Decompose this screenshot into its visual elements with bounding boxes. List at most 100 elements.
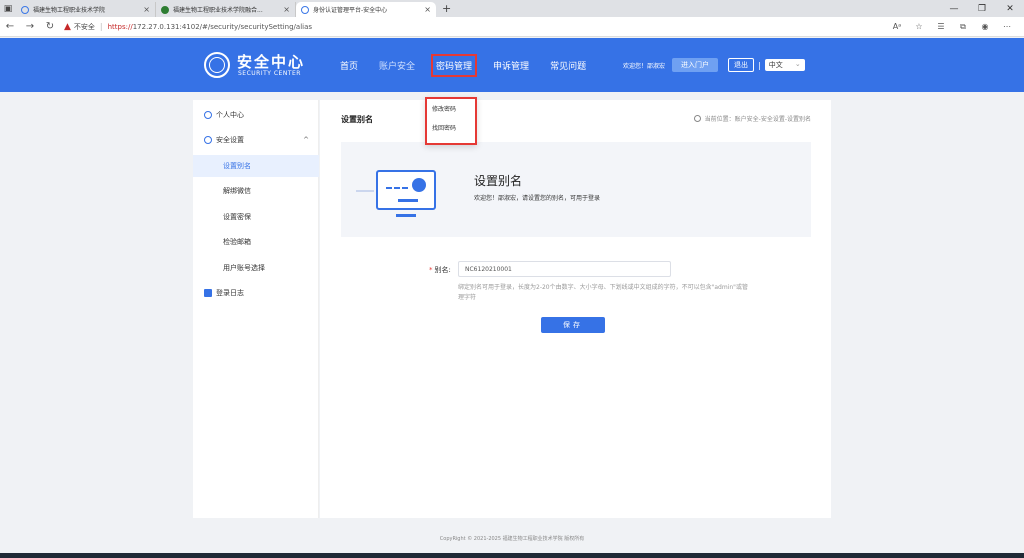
minimize-icon[interactable]: — — [940, 4, 968, 14]
tab-close-icon[interactable]: × — [143, 5, 150, 14]
sidebar-item-verify-email[interactable]: 检验邮箱 — [193, 231, 319, 253]
school-logo-icon — [204, 52, 230, 78]
chevron-down-icon: ⌄ — [794, 60, 801, 68]
browser-tab-1[interactable]: 福建生物工程职业技术学院 × — [16, 2, 156, 17]
menu-password-management[interactable]: 密码管理 — [431, 54, 478, 77]
insecure-label: 不安全 — [73, 22, 95, 31]
sidebar-item-set-alias[interactable]: 设置别名 — [193, 155, 319, 177]
welcome-text: 欢迎您！邵淑宏 — [623, 62, 666, 70]
feather-icon — [412, 178, 426, 192]
divider: | — [99, 22, 103, 31]
extensions-icon[interactable]: ⧉ — [952, 22, 974, 32]
back-icon[interactable]: ← — [0, 21, 20, 32]
dropdown-item-recover-password[interactable]: 找回密码 — [427, 118, 475, 137]
profile-icon[interactable]: ◉ — [974, 22, 996, 32]
more-icon[interactable]: ⋯ — [996, 22, 1018, 32]
banner-description: 欢迎您！邵淑宏，请设置您的别名，可用于登录 — [474, 195, 601, 202]
language-select[interactable]: 中文 ⌄ — [764, 59, 805, 71]
tab-favicon-icon — [21, 5, 29, 14]
tab-favicon-icon — [161, 5, 169, 14]
browser-tab-bar: ▣ 福建生物工程职业技术学院 × 福建生物工程职业技术学院融合... × 身份认… — [0, 0, 1024, 17]
sidebar-item-security-question[interactable]: 设置密保 — [193, 206, 319, 228]
brand-title: 安全中心 — [237, 53, 306, 71]
tab-close-icon[interactable]: × — [424, 5, 431, 14]
reload-icon[interactable]: ↻ — [40, 21, 60, 32]
tab-title: 福建生物工程职业技术学院 — [33, 7, 106, 14]
tab-favicon-icon — [301, 5, 309, 14]
user-icon — [204, 111, 212, 119]
logout-button[interactable]: 退出 — [728, 58, 755, 72]
monitor-illustration-icon — [376, 170, 436, 210]
alias-label: * 别名: — [429, 265, 451, 275]
sidebar-item-login-log[interactable]: 登录日志 — [193, 282, 319, 304]
sidebar-item-label: 检验邮箱 — [223, 238, 251, 246]
address-bar: ← → ↻ ▲ 不安全 | https://172.27.0.131:4102/… — [0, 17, 1024, 37]
sidebar-item-label: 用户账号选择 — [223, 264, 265, 272]
url-scheme: https:// — [107, 22, 133, 31]
menu-account-security[interactable]: 账户安全 — [379, 59, 415, 72]
divider: | — [758, 60, 761, 70]
url-path: 172.27.0.131:4102/#/security/securitySet… — [132, 22, 313, 31]
sidebar-item-label: 个人中心 — [216, 111, 244, 119]
sidebar-item-personal-center[interactable]: 个人中心 — [193, 104, 319, 126]
sidebar-item-security-settings[interactable]: 安全设置 ^ — [193, 129, 319, 151]
enter-portal-button[interactable]: 进入门户 — [672, 58, 719, 72]
decoration — [398, 199, 418, 202]
main-menu: 首页 账户安全 密码管理 申诉管理 常见问题 — [340, 54, 607, 77]
dropdown-item-change-password[interactable]: 修改密码 — [427, 99, 475, 118]
sidebar-item-label: 解绑微信 — [223, 187, 251, 195]
menu-appeal-management[interactable]: 申诉管理 — [493, 59, 529, 72]
brand-subtitle: SECURITY CENTER — [238, 70, 301, 77]
collections-icon[interactable]: ☰ — [930, 22, 952, 32]
sidebar-item-account-selection[interactable]: 用户账号选择 — [193, 257, 319, 279]
sidebar-item-label: 安全设置 — [216, 136, 244, 144]
close-window-icon[interactable]: ✕ — [996, 4, 1024, 14]
alias-label-text: 别名: — [434, 266, 451, 274]
password-management-dropdown: 修改密码 找回密码 — [425, 97, 477, 145]
decoration — [386, 187, 408, 190]
forward-icon[interactable]: → — [20, 21, 40, 32]
window-controls: — ❐ ✕ — [940, 4, 1024, 14]
required-mark: * — [429, 266, 433, 274]
header-user-area: 欢迎您！邵淑宏 进入门户 退出 | 中文 ⌄ — [623, 58, 805, 72]
footer-copyright: CopyRight © 2021-2025 福建生物工程职业技术学院 版权所有 — [439, 536, 585, 542]
alias-hint: 绑定别名可用于登录，长度为2-20个由数字、大小字母、下划线或中文组成的字符，不… — [458, 284, 748, 301]
sidebar: 个人中心 安全设置 ^ 设置别名 解绑微信 设置密保 检验邮箱 用户账号选择 登… — [193, 100, 319, 518]
language-value: 中文 — [768, 61, 783, 69]
os-taskbar — [0, 553, 1024, 558]
banner-title: 设置别名 — [474, 174, 523, 188]
menu-faq[interactable]: 常见问题 — [550, 59, 586, 72]
shield-icon — [204, 136, 212, 144]
window-menu-icon[interactable]: ▣ — [0, 0, 16, 17]
sidebar-item-label: 设置密保 — [223, 213, 251, 221]
breadcrumb: 当前位置：账户安全-安全设置-设置别名 — [693, 114, 811, 123]
tab-close-icon[interactable]: × — [283, 5, 290, 14]
intro-banner: 设置别名 欢迎您！邵淑宏，请设置您的别名，可用于登录 — [341, 142, 811, 237]
sidebar-item-label: 登录日志 — [216, 289, 244, 297]
browser-tab-3[interactable]: 身份认证管理平台-安全中心 × — [296, 2, 436, 17]
sidebar-item-label: 设置别名 — [223, 162, 251, 170]
save-button[interactable]: 保存 — [541, 317, 605, 333]
document-icon — [204, 289, 212, 297]
new-tab-icon[interactable]: + — [442, 2, 451, 15]
tab-title: 身份认证管理平台-安全中心 — [313, 7, 388, 14]
tab-title: 福建生物工程职业技术学院融合... — [173, 7, 263, 14]
decoration — [396, 214, 416, 217]
main-content: 设置别名 当前位置：账户安全-安全设置-设置别名 设置别名 欢迎您！邵淑宏，请设… — [320, 100, 831, 518]
decoration — [356, 190, 374, 192]
chevron-up-icon: ^ — [303, 136, 309, 144]
app-header: 安全中心 SECURITY CENTER 首页 账户安全 密码管理 申诉管理 常… — [0, 38, 1024, 92]
breadcrumb-text: 当前位置：账户安全-安全设置-设置别名 — [704, 116, 811, 123]
sidebar-item-unbind-wechat[interactable]: 解绑微信 — [193, 180, 319, 202]
favorite-icon[interactable]: ☆ — [908, 22, 930, 32]
restore-icon[interactable]: ❐ — [968, 4, 996, 14]
menu-home[interactable]: 首页 — [340, 59, 358, 72]
page-title: 设置别名 — [341, 115, 373, 124]
url-field[interactable]: https://172.27.0.131:4102/#/security/sec… — [108, 23, 312, 31]
warning-icon: ▲ — [64, 21, 71, 32]
read-aloud-icon[interactable]: Aᵃ — [886, 22, 908, 32]
alias-input[interactable] — [458, 261, 671, 277]
browser-tab-2[interactable]: 福建生物工程职业技术学院融合... × — [156, 2, 296, 17]
location-icon — [693, 115, 701, 122]
browser-toolbar: Aᵃ ☆ ☰ ⧉ ◉ ⋯ — [886, 22, 1018, 32]
